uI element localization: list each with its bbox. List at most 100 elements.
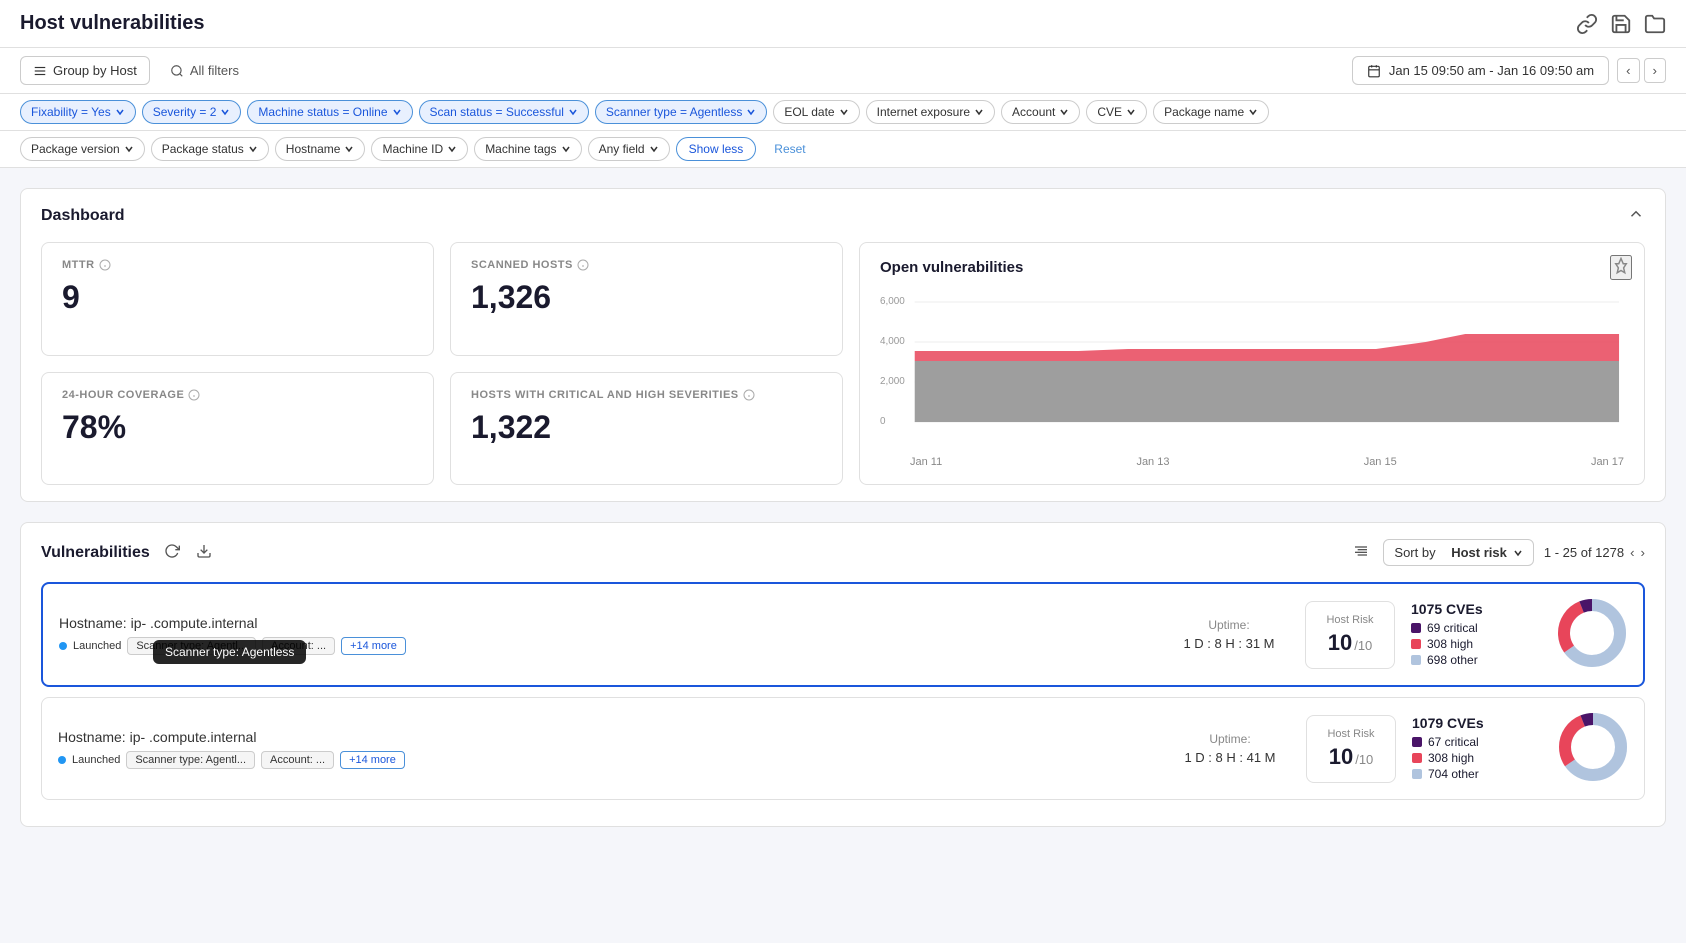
cve-info-1: 1075 CVEs 69 critical 308 high 698 other (1411, 601, 1541, 669)
hostname-1: Hostname: ip- .compute.internal (59, 615, 1153, 631)
metric-scanned-hosts: SCANNED HOSTS 1,326 (450, 242, 843, 356)
chevron-down-icon (746, 107, 756, 117)
info-icon (99, 259, 111, 271)
metrics-right: SCANNED HOSTS 1,326 HOSTS WITH CRITICAL … (450, 242, 843, 485)
filter-scan-status[interactable]: Scan status = Successful (419, 100, 589, 124)
filter-package-version[interactable]: Package version (20, 137, 145, 161)
vulnerability-row-1: Scanner type: Agentless Hostname: ip- .c… (41, 582, 1645, 687)
uptime-label-2: Uptime: (1170, 732, 1290, 746)
filter-cve[interactable]: CVE (1086, 100, 1147, 124)
other-dot-2 (1412, 769, 1422, 779)
filter-machine-status[interactable]: Machine status = Online (247, 100, 412, 124)
vulnerabilities-section: Vulnerabilities Sort by Host risk (20, 522, 1666, 827)
group-by-label: Group by Host (53, 63, 137, 78)
scanner-chip-1[interactable]: Scanner type: Agentl... (127, 637, 256, 655)
pin-chart-button[interactable] (1610, 255, 1632, 280)
svg-text:6,000: 6,000 (880, 296, 905, 307)
chevron-down-icon (392, 107, 402, 117)
pagination: 1 - 25 of 1278 ‹ › (1544, 545, 1645, 560)
save-icon[interactable] (1610, 13, 1632, 35)
info-icon (188, 389, 200, 401)
account-chip-2: Account: ... (261, 751, 334, 769)
all-filters-button[interactable]: All filters (158, 57, 1344, 84)
account-chip-1: Account: ... (262, 637, 335, 655)
uptime-label-1: Uptime: (1169, 618, 1289, 632)
filter-eol-date[interactable]: EOL date (773, 100, 859, 124)
filter-package-name[interactable]: Package name (1153, 100, 1269, 124)
metrics-grid: MTTR 9 24-HOUR COVERAGE 78% SCANNED (41, 242, 1645, 485)
more-tags-2[interactable]: +14 more (340, 751, 405, 769)
status-dot-2 (58, 756, 66, 764)
link-icon[interactable] (1576, 13, 1598, 35)
filter-machine-id[interactable]: Machine ID (371, 137, 468, 161)
cve-high-1: 308 high (1411, 637, 1541, 651)
filter-bar-row1: Fixability = Yes Severity = 2 Machine st… (0, 94, 1686, 131)
chevron-down-icon (839, 107, 849, 117)
chevron-down-icon (1513, 548, 1523, 558)
cve-other-2: 704 other (1412, 767, 1542, 781)
next-date-button[interactable]: › (1644, 58, 1666, 83)
sort-select[interactable]: Sort by Host risk (1383, 539, 1533, 566)
chevron-down-icon (1126, 107, 1136, 117)
filter-fixability[interactable]: Fixability = Yes (20, 100, 136, 124)
pagination-text: 1 - 25 of 1278 (1544, 545, 1624, 560)
filter-scanner-type[interactable]: Scanner type = Agentless (595, 100, 767, 124)
date-range-picker[interactable]: Jan 15 09:50 am - Jan 16 09:50 am (1352, 56, 1609, 85)
top-bar-icons (1576, 13, 1666, 35)
group-by-button[interactable]: Group by Host (20, 56, 150, 85)
folder-icon[interactable] (1644, 13, 1666, 35)
info-icon (577, 259, 589, 271)
status-dot-1 (59, 642, 67, 650)
scanner-chip-2[interactable]: Scanner type: Agentl... (126, 751, 255, 769)
scanned-hosts-value: 1,326 (471, 279, 822, 316)
prev-date-button[interactable]: ‹ (1617, 58, 1639, 83)
uptime-value-2: 1 D : 8 H : 41 M (1170, 750, 1290, 765)
vulnerabilities-header: Vulnerabilities Sort by Host risk (41, 539, 1645, 566)
prev-page-button[interactable]: ‹ (1630, 545, 1634, 560)
chevron-down-icon (1248, 107, 1258, 117)
filter-any-field[interactable]: Any field (588, 137, 670, 161)
sort-value: Host risk (1451, 545, 1507, 560)
filter-machine-tags[interactable]: Machine tags (474, 137, 581, 161)
filter-hostname[interactable]: Hostname (275, 137, 366, 161)
sort-options-button[interactable] (1349, 539, 1373, 566)
info-icon (743, 389, 755, 401)
all-filters-label: All filters (190, 63, 239, 78)
chart-label-jan15: Jan 15 (1364, 456, 1397, 468)
svg-text:2,000: 2,000 (880, 376, 905, 387)
cve-critical-1: 69 critical (1411, 621, 1541, 635)
critical-high-value: 1,322 (471, 409, 822, 446)
pin-icon (1612, 257, 1630, 275)
main-content: Dashboard MTTR 9 24-HOUR COVERAGE (0, 168, 1686, 847)
host-risk-value-2: 10/10 (1323, 744, 1379, 770)
download-button[interactable] (192, 539, 216, 566)
vuln-row-2-info: Hostname: ip- .compute.internal Launched… (58, 729, 1154, 769)
next-page-button[interactable]: › (1641, 545, 1645, 560)
cve-high-2: 308 high (1412, 751, 1542, 765)
download-icon (196, 543, 212, 559)
host-risk-value-1: 10/10 (1322, 630, 1378, 656)
top-bar: Host vulnerabilities (0, 0, 1686, 48)
critical-high-label: HOSTS WITH CRITICAL AND HIGH SEVERITIES (471, 389, 822, 401)
filter-internet-exposure[interactable]: Internet exposure (866, 100, 995, 124)
open-vulnerabilities-chart: Open vulnerabilities 6,000 4,000 2,000 0 (859, 242, 1645, 485)
filter-account[interactable]: Account (1001, 100, 1080, 124)
vuln-actions (160, 539, 216, 566)
chevron-down-icon (561, 144, 571, 154)
chevron-down-icon (124, 144, 134, 154)
reset-button[interactable]: Reset (762, 138, 817, 160)
metrics-left: MTTR 9 24-HOUR COVERAGE 78% (41, 242, 434, 485)
sort-icon (1353, 543, 1369, 559)
date-nav: ‹ › (1617, 58, 1666, 83)
vuln-controls: Sort by Host risk 1 - 25 of 1278 ‹ › (1349, 539, 1645, 566)
filter-bar-row2: Package version Package status Hostname … (0, 131, 1686, 168)
chevron-down-icon (568, 107, 578, 117)
collapse-dashboard-button[interactable] (1627, 205, 1645, 226)
calendar-icon (1367, 64, 1381, 78)
show-less-button[interactable]: Show less (676, 137, 757, 161)
filter-package-status[interactable]: Package status (151, 137, 269, 161)
refresh-button[interactable] (160, 539, 184, 566)
filter-severity[interactable]: Severity = 2 (142, 100, 242, 124)
cve-count-1: 1075 CVEs (1411, 601, 1541, 617)
more-tags-1[interactable]: +14 more (341, 637, 406, 655)
